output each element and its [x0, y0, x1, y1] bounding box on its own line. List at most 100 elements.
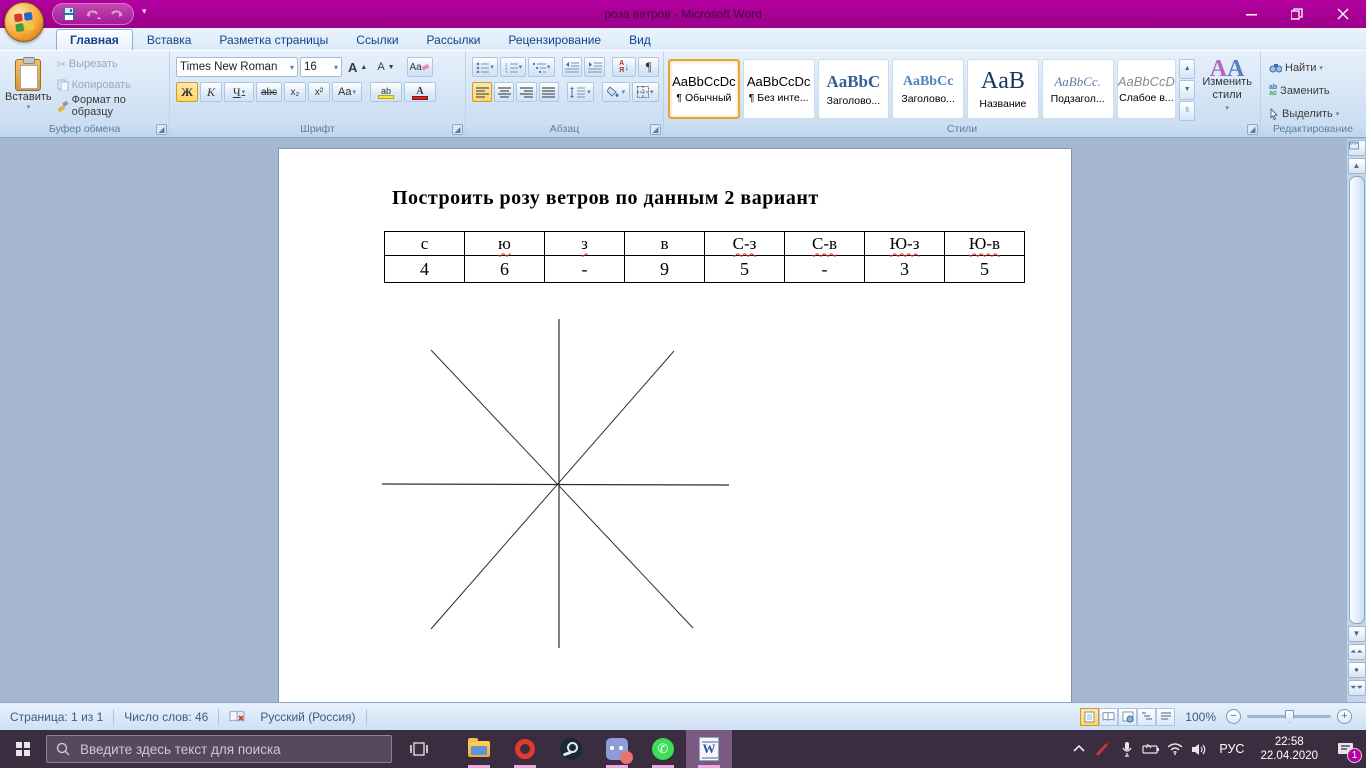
styles-scroll-down[interactable]: ▼ — [1179, 80, 1196, 100]
line-spacing-button[interactable]: ▾ — [566, 82, 595, 102]
style-normal[interactable]: AaBbCcDc ¶ Обычный — [668, 59, 740, 119]
language-indicator[interactable]: Русский (Россия) — [256, 703, 365, 730]
paste-button[interactable]: Вставить ▾ — [4, 54, 53, 116]
highlight-color-button[interactable]: ab — [370, 82, 402, 102]
close-button[interactable] — [1320, 0, 1366, 28]
tray-chevron-icon[interactable] — [1067, 730, 1091, 768]
tab-ssylki[interactable]: Ссылки — [342, 29, 412, 50]
taskbar-whatsapp[interactable]: ✆ — [640, 730, 686, 768]
zoom-slider-track[interactable] — [1247, 710, 1331, 723]
tray-volume-icon[interactable] — [1187, 730, 1211, 768]
superscript-button[interactable]: x² — [308, 82, 330, 102]
find-button[interactable]: Найти ▾ — [1265, 58, 1361, 78]
style-title[interactable]: AaB Название — [967, 59, 1039, 119]
notification-center-button[interactable]: 1 — [1326, 730, 1366, 768]
italic-button[interactable]: К — [200, 82, 222, 102]
scroll-up-arrow[interactable]: ▲ — [1347, 158, 1366, 174]
tray-battery-icon[interactable] — [1139, 730, 1163, 768]
copy-button[interactable]: Копировать — [53, 75, 165, 95]
taskbar-file-explorer[interactable] — [456, 730, 502, 768]
strikethrough-button[interactable]: abc — [256, 82, 282, 102]
grow-font-button[interactable]: A ▲ — [344, 57, 371, 77]
zoom-out-button[interactable]: − — [1226, 709, 1241, 724]
tray-language[interactable]: РУС — [1211, 742, 1252, 756]
cut-button[interactable]: ✂ Вырезать — [53, 54, 165, 74]
restore-button[interactable] — [1274, 0, 1320, 28]
tray-microphone-icon[interactable] — [1115, 730, 1139, 768]
document-canvas[interactable]: Построить розу ветров по данным 2 вариан… — [0, 139, 1366, 702]
styles-scroll-up[interactable]: ▲ — [1179, 59, 1196, 79]
proofing-status[interactable] — [219, 703, 256, 730]
align-center-button[interactable] — [494, 82, 515, 102]
tab-razmetka[interactable]: Разметка страницы — [205, 29, 342, 50]
scroll-down-arrow[interactable]: ▼ — [1347, 626, 1366, 642]
browse-object-button[interactable]: ● — [1347, 662, 1366, 678]
vertical-scrollbar[interactable]: ▲ ▼ ⏶⏶ ● ⏷⏷ — [1346, 139, 1366, 702]
tab-vstavka[interactable]: Вставка — [133, 29, 206, 50]
zoom-slider-thumb[interactable] — [1285, 710, 1294, 723]
previous-page-button[interactable]: ⏶⏶ — [1347, 644, 1366, 660]
clipboard-dialog-launcher[interactable]: ◢ — [156, 124, 167, 135]
tab-glavnaya[interactable]: Главная — [56, 29, 133, 50]
change-styles-button[interactable]: AA Изменить стили ▾ — [1198, 57, 1256, 121]
tab-vid[interactable]: Вид — [615, 29, 665, 50]
numbering-button[interactable]: 1 2 3 ▾ — [500, 57, 527, 77]
increase-indent-button[interactable] — [584, 57, 605, 77]
next-page-button[interactable]: ⏷⏷ — [1347, 680, 1366, 696]
print-layout-view-button[interactable] — [1080, 707, 1100, 726]
style-no-spacing[interactable]: AaBbCcDc ¶ Без инте... — [742, 59, 815, 119]
start-button[interactable] — [0, 730, 46, 768]
font-color-button[interactable]: А — [404, 82, 436, 102]
zoom-level[interactable]: 100% — [1185, 710, 1216, 724]
shading-button[interactable]: ▾ — [602, 82, 630, 102]
align-right-button[interactable] — [516, 82, 537, 102]
align-left-button[interactable] — [472, 82, 493, 102]
style-heading1[interactable]: AaBbC Заголово... — [817, 59, 890, 119]
tray-pen-icon[interactable] — [1091, 730, 1115, 768]
style-subtle-emphasis[interactable]: AaBbCcD Слабое в... — [1116, 59, 1177, 119]
style-heading2[interactable]: AaBbCc Заголово... — [892, 59, 964, 119]
replace-button[interactable]: ab ac Заменить — [1265, 81, 1361, 101]
tray-wifi-icon[interactable] — [1163, 730, 1187, 768]
search-input[interactable] — [78, 740, 358, 758]
paragraph-dialog-launcher[interactable]: ◢ — [650, 124, 661, 135]
style-subtitle[interactable]: AaBbCc. Подзагол... — [1041, 59, 1114, 119]
taskbar-steam[interactable] — [548, 730, 594, 768]
borders-button[interactable]: ▾ — [631, 82, 659, 102]
tray-clock[interactable]: 22:58 22.04.2020 — [1252, 735, 1326, 763]
scrollbar-thumb[interactable] — [1348, 176, 1365, 624]
tab-recenzirovanie[interactable]: Рецензирование — [494, 29, 615, 50]
web-layout-view-button[interactable] — [1118, 707, 1138, 726]
fullscreen-reading-view-button[interactable] — [1099, 707, 1119, 726]
office-button[interactable] — [4, 2, 44, 42]
ruler-toggle-button[interactable] — [1347, 140, 1366, 156]
task-view-button[interactable] — [396, 730, 442, 768]
document-page[interactable]: Построить розу ветров по данным 2 вариан… — [278, 148, 1072, 702]
decrease-indent-button[interactable] — [561, 57, 583, 77]
select-button[interactable]: Выделить ▾ — [1265, 104, 1361, 124]
minimize-button[interactable] — [1228, 0, 1274, 28]
taskbar-search-box[interactable] — [46, 735, 392, 763]
change-case-button[interactable]: Aa ▾ — [332, 82, 362, 102]
styles-dialog-launcher[interactable]: ◢ — [1247, 124, 1258, 135]
tab-rassylki[interactable]: Рассылки — [413, 29, 495, 50]
taskbar-opera[interactable] — [502, 730, 548, 768]
bold-button[interactable]: Ж — [176, 82, 198, 102]
multilevel-list-button[interactable]: ▾ — [528, 57, 555, 77]
font-dialog-launcher[interactable]: ◢ — [452, 124, 463, 135]
styles-gallery-expand[interactable]: ⇳ — [1179, 101, 1196, 121]
taskbar-word-active[interactable]: W — [686, 730, 732, 768]
sort-button[interactable]: А Я ↓ — [611, 57, 637, 77]
outline-view-button[interactable] — [1137, 707, 1157, 726]
format-painter-button[interactable]: Формат по образцу — [53, 94, 165, 118]
zoom-in-button[interactable]: + — [1337, 709, 1352, 724]
font-family-combo[interactable]: Times New Roman ▾ — [176, 57, 298, 77]
subscript-button[interactable]: x₂ — [284, 82, 306, 102]
taskbar-discord[interactable] — [594, 730, 640, 768]
underline-button[interactable]: Ч ▾ — [224, 82, 254, 102]
page-indicator[interactable]: Страница: 1 из 1 — [0, 703, 113, 730]
draft-view-button[interactable] — [1156, 707, 1176, 726]
clear-formatting-button[interactable]: Aa — [406, 57, 433, 77]
bullets-button[interactable]: ▾ — [472, 57, 499, 77]
justify-button[interactable] — [538, 82, 559, 102]
